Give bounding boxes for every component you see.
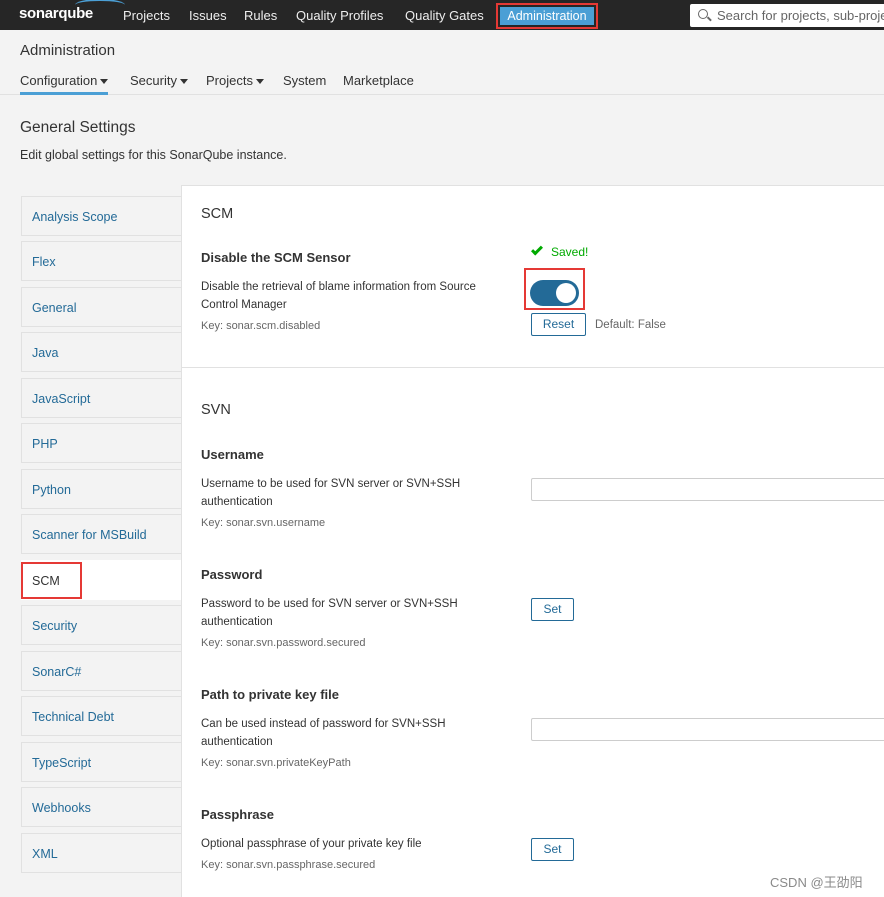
setting-desc-password: Password to be used for SVN server or SV… — [201, 598, 458, 628]
setting-name-passphrase: Passphrase — [201, 807, 274, 822]
check-icon — [530, 243, 544, 256]
top-navbar: sonarqube Projects Issues Rules Quality … — [0, 0, 884, 30]
sidebar-item-sonarcsharp[interactable]: SonarC# — [21, 651, 181, 691]
setting-desc-passphrase: Optional passphrase of your private key … — [201, 838, 422, 850]
sidebar-item-analysis-scope[interactable]: Analysis Scope — [21, 196, 181, 236]
setting-name-scm-disabled: Disable the SCM Sensor — [201, 250, 351, 265]
sidebar-item-python[interactable]: Python — [21, 469, 181, 509]
username-input[interactable] — [531, 478, 884, 501]
sidebar-item-xml[interactable]: XML — [21, 833, 181, 873]
nav-projects[interactable]: Projects — [123, 8, 170, 23]
password-set-button[interactable]: Set — [531, 598, 574, 621]
setting-name-username: Username — [201, 447, 264, 462]
watermark: CSDN @王劭阳 — [770, 875, 863, 890]
sidebar-item-javascript[interactable]: JavaScript — [21, 378, 181, 418]
setting-key-password: Key: sonar.svn.password.secured — [201, 637, 366, 649]
nav-administration[interactable]: Administration — [500, 7, 594, 25]
sidebar-item-flex[interactable]: Flex — [21, 241, 181, 281]
nav-administration-highlight: Administration — [496, 3, 598, 29]
setting-desc-scm-disabled: Disable the retrieval of blame informati… — [201, 281, 476, 311]
saved-label: Saved! — [551, 245, 589, 259]
sidebar-item-java[interactable]: Java — [21, 332, 181, 372]
nav-issues[interactable]: Issues — [189, 8, 227, 23]
sidebar-item-scanner-for-msbuild[interactable]: Scanner for MSBuild — [21, 514, 181, 554]
nav-rules[interactable]: Rules — [244, 8, 277, 23]
tab-projects-label: Projects — [206, 73, 253, 88]
setting-name-private-key: Path to private key file — [201, 687, 339, 702]
page-description: Edit global settings for this SonarQube … — [20, 148, 287, 162]
tab-security[interactable]: Security — [130, 73, 188, 88]
nav-quality-profiles[interactable]: Quality Profiles — [296, 8, 383, 23]
caret-down-icon — [255, 79, 264, 85]
saved-status: Saved! — [530, 243, 589, 259]
caret-down-icon — [100, 79, 109, 85]
scm-highlight-box — [21, 562, 82, 599]
page-title: General Settings — [20, 119, 136, 136]
toggle-knob — [556, 283, 576, 303]
private-key-input[interactable] — [531, 718, 884, 741]
search-box[interactable]: Search for projects, sub-proje — [690, 4, 884, 27]
setting-key-passphrase: Key: sonar.svn.passphrase.secured — [201, 859, 376, 871]
setting-key-scm-disabled: Key: sonar.scm.disabled — [201, 320, 321, 332]
reset-button[interactable]: Reset — [531, 313, 586, 336]
section-title-svn: SVN — [201, 402, 231, 418]
section-divider — [181, 367, 884, 368]
sidebar-item-typescript[interactable]: TypeScript — [21, 742, 181, 782]
setting-desc-private-key: Can be used instead of password for SVN+… — [201, 718, 446, 748]
setting-key-username: Key: sonar.svn.username — [201, 517, 326, 529]
tab-marketplace[interactable]: Marketplace — [343, 73, 414, 88]
setting-desc-username: Username to be used for SVN server or SV… — [201, 478, 461, 508]
sidebar-item-technical-debt[interactable]: Technical Debt — [21, 696, 181, 736]
setting-key-private-key: Key: sonar.svn.privateKeyPath — [201, 757, 351, 769]
sonarqube-logo[interactable]: sonarqube — [19, 0, 125, 22]
sidebar-item-php[interactable]: PHP — [21, 423, 181, 463]
sidebar-item-webhooks[interactable]: Webhooks — [21, 787, 181, 827]
logo-arc-icon — [75, 0, 125, 11]
tab-configuration[interactable]: Configuration — [20, 73, 109, 95]
caret-down-icon — [179, 79, 188, 85]
passphrase-set-button[interactable]: Set — [531, 838, 574, 861]
setting-name-password: Password — [201, 567, 263, 582]
sidebar-item-security[interactable]: Security — [21, 605, 181, 645]
tab-system[interactable]: System — [283, 73, 326, 88]
admin-title: Administration — [20, 42, 116, 59]
tab-security-label: Security — [130, 73, 177, 88]
search-icon — [698, 9, 708, 19]
tab-projects[interactable]: Projects — [206, 73, 264, 88]
scm-disabled-toggle[interactable] — [530, 280, 579, 306]
sidebar-item-general[interactable]: General — [21, 287, 181, 327]
search-placeholder: Search for projects, sub-proje — [717, 8, 884, 23]
section-title-scm: SCM — [201, 206, 234, 222]
admin-header: Administration Configuration Security Pr… — [0, 30, 884, 95]
tab-configuration-label: Configuration — [20, 73, 98, 88]
default-value: Default: False — [595, 319, 666, 331]
nav-quality-gates[interactable]: Quality Gates — [405, 8, 484, 23]
